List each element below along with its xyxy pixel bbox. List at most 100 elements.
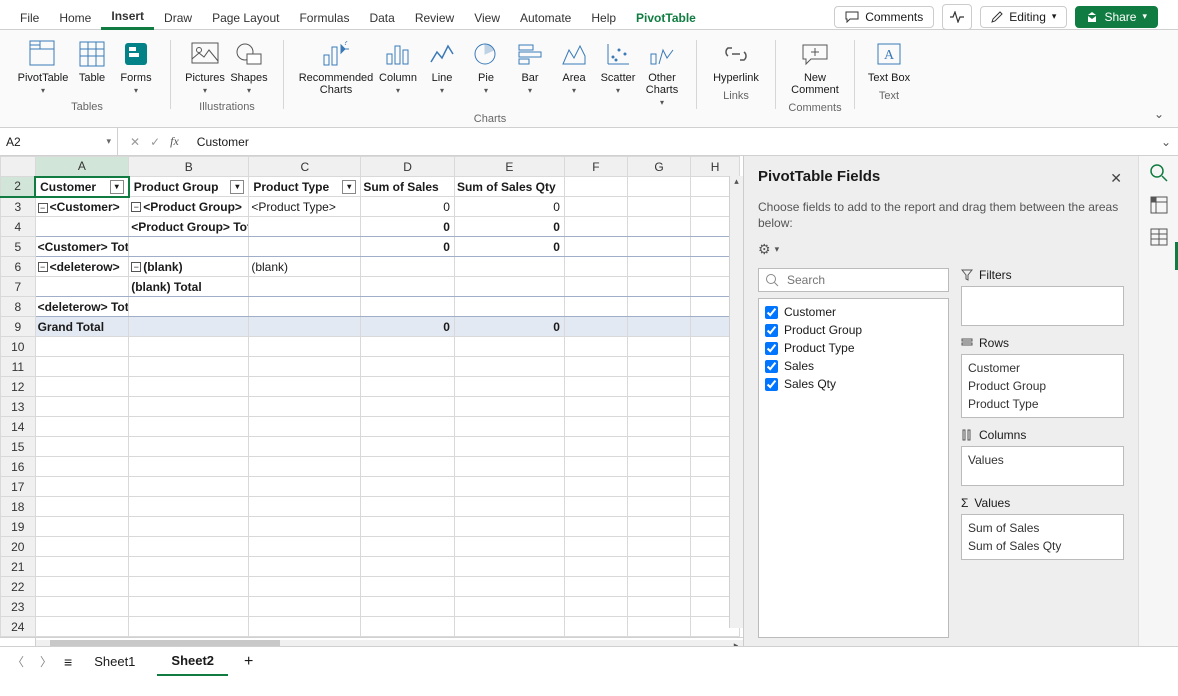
fx-icon[interactable]: fx — [170, 134, 179, 149]
row-header-18[interactable]: 18 — [1, 497, 36, 517]
row-header-4[interactable]: 4 — [1, 217, 36, 237]
field-search[interactable] — [758, 268, 949, 292]
cell-A4[interactable] — [35, 217, 129, 237]
cell-C2[interactable]: Product Type▾ — [249, 177, 361, 197]
tab-data[interactable]: Data — [359, 5, 404, 29]
col-header-A[interactable]: A — [35, 157, 129, 177]
row-header-17[interactable]: 17 — [1, 477, 36, 497]
tab-automate[interactable]: Automate — [510, 5, 581, 29]
row-header-16[interactable]: 16 — [1, 457, 36, 477]
cell-B3[interactable]: −<Product Group> — [129, 197, 249, 217]
row-header-5[interactable]: 5 — [1, 237, 36, 257]
search-sidebar-button[interactable] — [1148, 162, 1170, 184]
row-header-19[interactable]: 19 — [1, 517, 36, 537]
col-header-C[interactable]: C — [249, 157, 361, 177]
spreadsheet-grid[interactable]: A B C D E F G H 2 Customer▾ Product Grou… — [0, 156, 743, 646]
vertical-scrollbar[interactable]: ▴ — [729, 176, 743, 628]
expand-formula-button[interactable]: ⌄ — [1154, 135, 1178, 149]
vals-item[interactable]: Sum of Sales — [968, 519, 1117, 537]
sheet-tab-sheet2[interactable]: Sheet2 — [157, 647, 228, 676]
editing-mode-button[interactable]: Editing ▾ — [980, 6, 1067, 28]
bar-chart-button[interactable]: Bar▾ — [508, 38, 552, 107]
cell-B6[interactable]: −(blank) — [129, 257, 249, 277]
pivot-filter-dropdown[interactable]: ▾ — [230, 180, 244, 194]
forms-button[interactable]: Forms▾ — [114, 38, 158, 95]
sheet-tab-sheet1[interactable]: Sheet1 — [80, 648, 149, 675]
row-header-8[interactable]: 8 — [1, 297, 36, 317]
cell-A9[interactable]: Grand Total — [35, 317, 129, 337]
row-header-2[interactable]: 2 — [1, 177, 36, 197]
cell-E9[interactable]: 0 — [454, 317, 564, 337]
row-header-14[interactable]: 14 — [1, 417, 36, 437]
cell-E3[interactable]: 0 — [454, 197, 564, 217]
row-header-3[interactable]: 3 — [1, 197, 36, 217]
column-chart-button[interactable]: Column▾ — [376, 38, 420, 107]
line-chart-button[interactable]: Line▾ — [420, 38, 464, 107]
new-comment-button[interactable]: New Comment — [788, 38, 842, 96]
tab-home[interactable]: Home — [49, 5, 101, 29]
row-header-12[interactable]: 12 — [1, 377, 36, 397]
cell-C3[interactable]: <Product Type> — [249, 197, 361, 217]
cancel-formula-icon[interactable]: ✕ — [130, 135, 140, 149]
pivot-filter-dropdown[interactable]: ▾ — [110, 180, 124, 194]
row-header-9[interactable]: 9 — [1, 317, 36, 337]
rows-dropzone[interactable]: Customer Product Group Product Type — [961, 354, 1124, 418]
all-sheets-button[interactable]: ≡ — [64, 654, 72, 670]
row-header-20[interactable]: 20 — [1, 537, 36, 557]
col-header-H[interactable]: H — [691, 157, 740, 177]
pie-chart-button[interactable]: Pie▾ — [464, 38, 508, 107]
cell-D3[interactable]: 0 — [361, 197, 455, 217]
collapse-icon[interactable]: − — [38, 262, 48, 272]
columns-dropzone[interactable]: Values — [961, 446, 1124, 486]
recommended-charts-button[interactable]: ?Recommended Charts — [296, 38, 376, 107]
textbox-button[interactable]: AText Box — [867, 38, 911, 84]
scatter-chart-button[interactable]: Scatter▾ — [596, 38, 640, 107]
cell-A6[interactable]: −<deleterow> — [35, 257, 129, 277]
row-header-23[interactable]: 23 — [1, 597, 36, 617]
cell-C4[interactable] — [249, 217, 361, 237]
other-charts-button[interactable]: Other Charts▾ — [640, 38, 684, 107]
accept-formula-icon[interactable]: ✓ — [150, 135, 160, 149]
select-all-corner[interactable] — [1, 157, 36, 177]
table-button[interactable]: Table — [70, 38, 114, 95]
values-dropzone[interactable]: Sum of Sales Sum of Sales Qty — [961, 514, 1124, 560]
tab-draw[interactable]: Draw — [154, 5, 202, 29]
tab-pivottable[interactable]: PivotTable — [626, 5, 706, 29]
vals-item[interactable]: Sum of Sales Qty — [968, 537, 1117, 555]
cell-A2[interactable]: Customer▾ — [35, 177, 129, 197]
tab-file[interactable]: File — [10, 5, 49, 29]
tab-help[interactable]: Help — [581, 5, 626, 29]
field-sales-qty[interactable]: Sales Qty — [765, 375, 942, 393]
tab-insert[interactable]: Insert — [101, 3, 154, 30]
cell-E4[interactable]: 0 — [454, 217, 564, 237]
prev-sheet-button[interactable]: 〈 — [8, 653, 28, 670]
col-header-G[interactable]: G — [627, 157, 690, 177]
collapse-icon[interactable]: − — [131, 202, 141, 212]
row-header-21[interactable]: 21 — [1, 557, 36, 577]
pane-settings-button[interactable]: ⚙▾ — [758, 241, 1124, 258]
filters-dropzone[interactable] — [961, 286, 1124, 326]
rows-item[interactable]: Product Group — [968, 377, 1117, 395]
field-sales[interactable]: Sales — [765, 357, 942, 375]
tab-view[interactable]: View — [464, 5, 510, 29]
cell-E5[interactable]: 0 — [454, 237, 564, 257]
cell-E2[interactable]: Sum of Sales Qty — [454, 177, 564, 197]
row-header-6[interactable]: 6 — [1, 257, 36, 277]
pictures-button[interactable]: Pictures▾ — [183, 38, 227, 95]
field-customer[interactable]: Customer — [765, 303, 942, 321]
row-header-7[interactable]: 7 — [1, 277, 36, 297]
cell-A5[interactable]: <Customer> Total — [35, 237, 129, 257]
ribbon-collapse-button[interactable]: ⌄ — [1154, 107, 1164, 121]
cell-D9[interactable]: 0 — [361, 317, 455, 337]
col-header-E[interactable]: E — [454, 157, 564, 177]
cols-item[interactable]: Values — [968, 451, 1117, 469]
area-chart-button[interactable]: Area▾ — [552, 38, 596, 107]
next-sheet-button[interactable]: 〉 — [36, 653, 56, 670]
row-header-10[interactable]: 10 — [1, 337, 36, 357]
rows-item[interactable]: Customer — [968, 359, 1117, 377]
comments-button[interactable]: Comments — [834, 6, 934, 28]
pivottable-button[interactable]: PivotTable▾ — [16, 38, 70, 95]
hyperlink-button[interactable]: Hyperlink — [709, 38, 763, 84]
col-header-F[interactable]: F — [564, 157, 627, 177]
cell-D5[interactable]: 0 — [361, 237, 455, 257]
